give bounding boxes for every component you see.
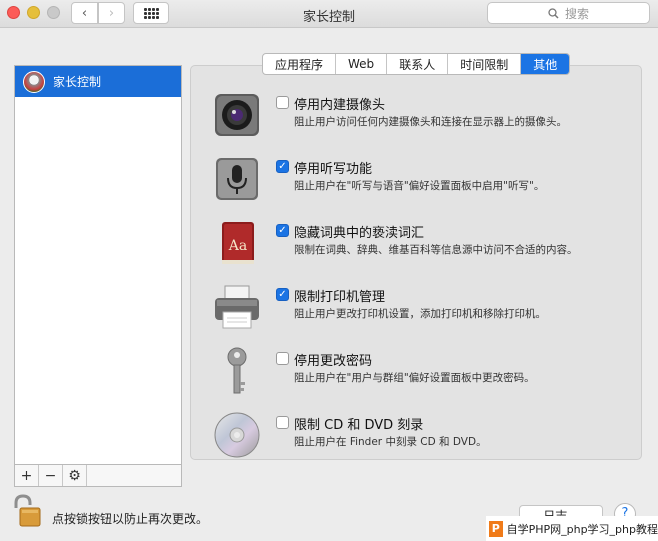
sidebar-item-label: 家长控制 <box>53 75 102 89</box>
option-row-password: 停用更改密码 阻止用户在"用户与群组"偏好设置面板中更改密码。 <box>212 346 642 402</box>
camera-icon <box>212 90 262 140</box>
limit-printer-admin-checkbox[interactable]: ✓ <box>276 288 289 301</box>
tab-bar: 应用程序 Web 联系人 时间限制 其他 <box>262 53 571 75</box>
option-description: 阻止用户在"听写与语音"偏好设置面板中启用"听写"。 <box>294 180 545 192</box>
option-row-burning: 限制 CD 和 DVD 刻录 阻止用户在 Finder 中刻录 CD 和 DVD… <box>212 410 642 466</box>
option-row-dictation: ✓ 停用听写功能 阻止用户在"听写与语音"偏好设置面板中启用"听写"。 <box>212 154 642 210</box>
watermark-logo-icon: P <box>489 520 503 537</box>
gear-icon[interactable]: ⚙ <box>63 465 87 486</box>
user-list[interactable]: 家长控制 <box>14 65 182 465</box>
option-description: 阻止用户在 Finder 中刻录 CD 和 DVD。 <box>294 436 487 448</box>
option-title: 停用内建摄像头 <box>294 98 386 113</box>
title-bar: ‹ › 家长控制 搜索 <box>0 0 658 28</box>
option-title: 隐藏词典中的亵渎词汇 <box>294 226 425 241</box>
disable-dictation-checkbox[interactable]: ✓ <box>276 160 289 173</box>
cd-icon <box>212 410 262 460</box>
option-row-camera: 停用内建摄像头 阻止用户访问任何内建摄像头和连接在显示器上的摄像头。 <box>212 90 642 146</box>
limit-disc-burning-checkbox[interactable] <box>276 416 289 429</box>
disable-camera-checkbox[interactable] <box>276 96 289 109</box>
key-icon <box>212 346 262 396</box>
option-title: 停用更改密码 <box>294 354 373 369</box>
search-field[interactable]: 搜索 <box>487 2 650 24</box>
option-row-printer: ✓ 限制打印机管理 阻止用户更改打印机设置，添加打印机和移除打印机。 <box>212 282 642 338</box>
option-title: 限制 CD 和 DVD 刻录 <box>294 418 424 433</box>
search-icon <box>548 7 559 19</box>
svg-text:Aa: Aa <box>228 238 247 254</box>
printer-icon <box>212 282 262 332</box>
user-avatar-icon <box>23 70 45 93</box>
sidebar-item-parental-controls[interactable]: 家长控制 <box>15 66 181 97</box>
add-user-button[interactable]: + <box>15 465 39 486</box>
tab-contacts[interactable]: 联系人 <box>387 54 449 74</box>
tab-web[interactable]: Web <box>336 54 388 74</box>
search-placeholder: 搜索 <box>564 6 589 21</box>
tab-apps[interactable]: 应用程序 <box>263 54 337 74</box>
microphone-icon <box>212 154 262 204</box>
disable-password-change-checkbox[interactable] <box>276 352 289 365</box>
option-description: 阻止用户在"用户与群组"偏好设置面板中更改密码。 <box>294 372 535 384</box>
tab-time-limits[interactable]: 时间限制 <box>448 54 522 74</box>
tab-other[interactable]: 其他 <box>521 54 570 74</box>
dictionary-icon: Aa <box>212 218 262 268</box>
option-description: 阻止用户访问任何内建摄像头和连接在显示器上的摄像头。 <box>294 116 567 128</box>
unlocked-padlock-icon[interactable] <box>12 494 42 528</box>
watermark-text: 自学PHP网_php学习_php教程 <box>506 522 658 536</box>
lock-hint-text: 点按锁按钮以防止再次更改。 <box>52 512 209 526</box>
option-description: 阻止用户更改打印机设置，添加打印机和移除打印机。 <box>294 308 546 320</box>
user-list-toolbar: + − ⚙ <box>14 465 182 487</box>
option-title: 停用听写功能 <box>294 162 373 177</box>
option-description: 限制在词典、辞典、维基百科等信息源中访问不合适的内容。 <box>294 244 578 256</box>
option-row-dictionary: Aa ✓ 隐藏词典中的亵渎词汇 限制在词典、辞典、维基百科等信息源中访问不合适的… <box>212 218 642 274</box>
option-title: 限制打印机管理 <box>294 290 386 305</box>
hide-profanity-checkbox[interactable]: ✓ <box>276 224 289 237</box>
remove-user-button[interactable]: − <box>39 465 63 486</box>
site-watermark: P 自学PHP网_php学习_php教程 <box>486 516 658 541</box>
